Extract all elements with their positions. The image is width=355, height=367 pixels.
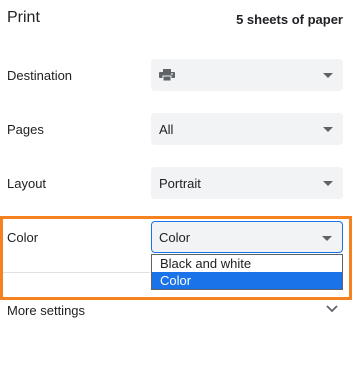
chevron-down-icon [323, 181, 333, 186]
chevron-down-icon [322, 236, 332, 241]
pages-label: Pages [7, 122, 44, 137]
layout-value: Portrait [159, 176, 201, 191]
layout-label: Layout [7, 176, 47, 191]
color-dropdown-list: Black and white Color [151, 254, 343, 290]
printer-icon [159, 69, 175, 81]
destination-label: Destination [7, 68, 73, 83]
print-dialog: Print 5 sheets of paper Destination Page… [0, 0, 355, 367]
chevron-down-icon[interactable] [326, 304, 338, 314]
page-title: Print [7, 9, 40, 26]
pages-value: All [159, 122, 174, 137]
destination-select[interactable] [151, 59, 343, 91]
sheet-count: 5 sheets of paper [236, 12, 343, 27]
option-black-and-white[interactable]: Black and white [152, 255, 342, 272]
more-settings-label[interactable]: More settings [7, 303, 85, 318]
color-select[interactable]: Color [151, 221, 343, 253]
layout-select[interactable]: Portrait [151, 167, 343, 199]
chevron-down-icon [323, 127, 333, 132]
pages-select[interactable]: All [151, 113, 343, 145]
option-color[interactable]: Color [152, 272, 342, 289]
color-label: Color [7, 230, 39, 245]
chevron-down-icon [323, 73, 333, 78]
color-value: Color [159, 230, 191, 245]
